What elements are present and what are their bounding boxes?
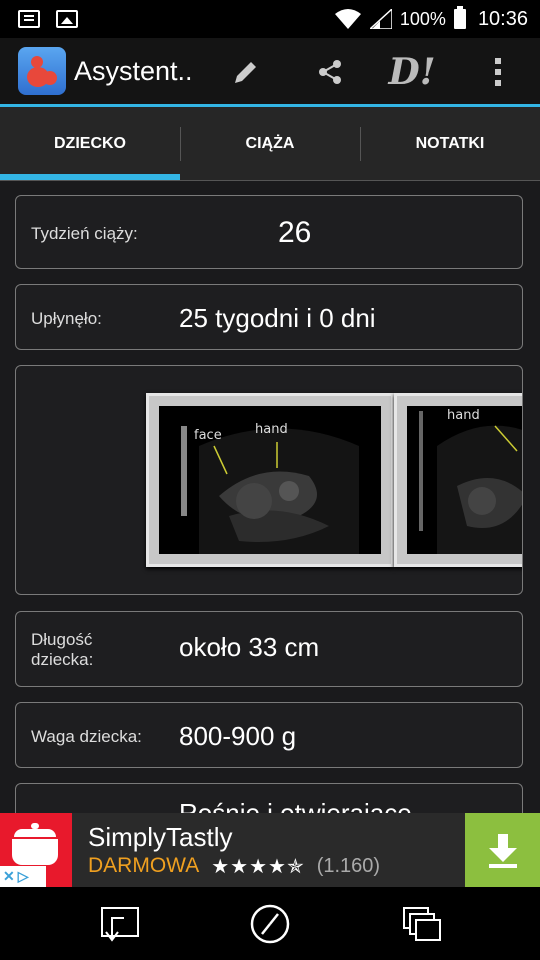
ultrasound-gallery[interactable]: face hand hand [15,365,523,595]
tab-ciaza[interactable]: CIĄŻA [180,107,360,180]
week-label: Tydzień ciąży: [31,224,138,243]
app-title: Asystent.. [74,55,193,86]
elapsed-value: 25 tygodni i 0 dni [179,303,376,333]
ad-rating-count: (1.160) [316,854,381,877]
length-value: około 33 cm [179,632,320,662]
ultrasound-label-face: face [194,428,222,443]
next-value: Rośnie i otwierające [179,798,412,813]
recent-apps-icon[interactable] [396,901,444,947]
next-card: Rośnie i otwierające [15,783,523,813]
di-logo-button[interactable]: D! [388,48,436,96]
tab-dziecko[interactable]: DZIECKO [0,107,180,180]
clock: 10:36 [477,7,528,30]
ultrasound-scan-graphic-2 [419,411,522,554]
ultrasound-label-hand-2: hand [447,408,480,423]
back-icon[interactable] [96,901,144,947]
message-notification-icon [18,10,40,28]
ad-app-name[interactable]: SimplyTastly [88,822,465,852]
navigation-bar [0,887,540,960]
share-icon[interactable] [306,48,354,96]
battery-icon [453,6,466,29]
download-icon[interactable] [465,813,540,887]
app-bar: Asystent.. D! [0,38,540,107]
tab-notatki[interactable]: NOTATKI [360,107,540,180]
status-bar: 100% 10:36 [0,0,540,38]
edit-icon[interactable] [222,48,270,96]
image-notification-icon [56,10,78,28]
weight-card: Waga dziecka: 800-900 g [15,702,523,768]
adchoices-icon[interactable]: ✕ ▷ [0,866,46,887]
weight-label: Waga dziecka: [31,727,142,746]
week-card: Tydzień ciąży: 26 [15,195,523,269]
ad-rating-stars: ★★★★✯ [211,855,305,878]
elapsed-card: Upłynęło: 25 tygodni i 0 dni [15,284,523,350]
app-logo-icon[interactable] [18,47,66,95]
elapsed-label: Upłynęło: [31,309,102,328]
ad-price: DARMOWA [88,854,200,877]
length-label: Długość dziecka: [31,630,94,669]
ultrasound-label-hand: hand [255,422,288,437]
week-value: 26 [278,216,312,249]
weight-value: 800-900 g [179,721,297,751]
content-scroll[interactable]: Tydzień ciąży: 26 Upłynęło: 25 tygodni i… [0,181,540,813]
signal-icon [369,9,392,29]
length-card: Długość dziecka: około 33 cm [15,611,523,687]
wifi-icon [334,9,361,29]
battery-percent: 100% [399,8,446,29]
tab-bar: DZIECKO CIĄŻA NOTATKI [0,107,540,181]
home-icon[interactable] [246,901,294,947]
more-icon[interactable] [474,48,522,96]
ad-banner[interactable]: SimplyTastly DARMOWA ★★★★✯ (1.160) [0,813,540,887]
ultrasound-image-2[interactable]: hand [394,393,522,567]
ultrasound-image-1[interactable]: face hand [146,393,394,567]
